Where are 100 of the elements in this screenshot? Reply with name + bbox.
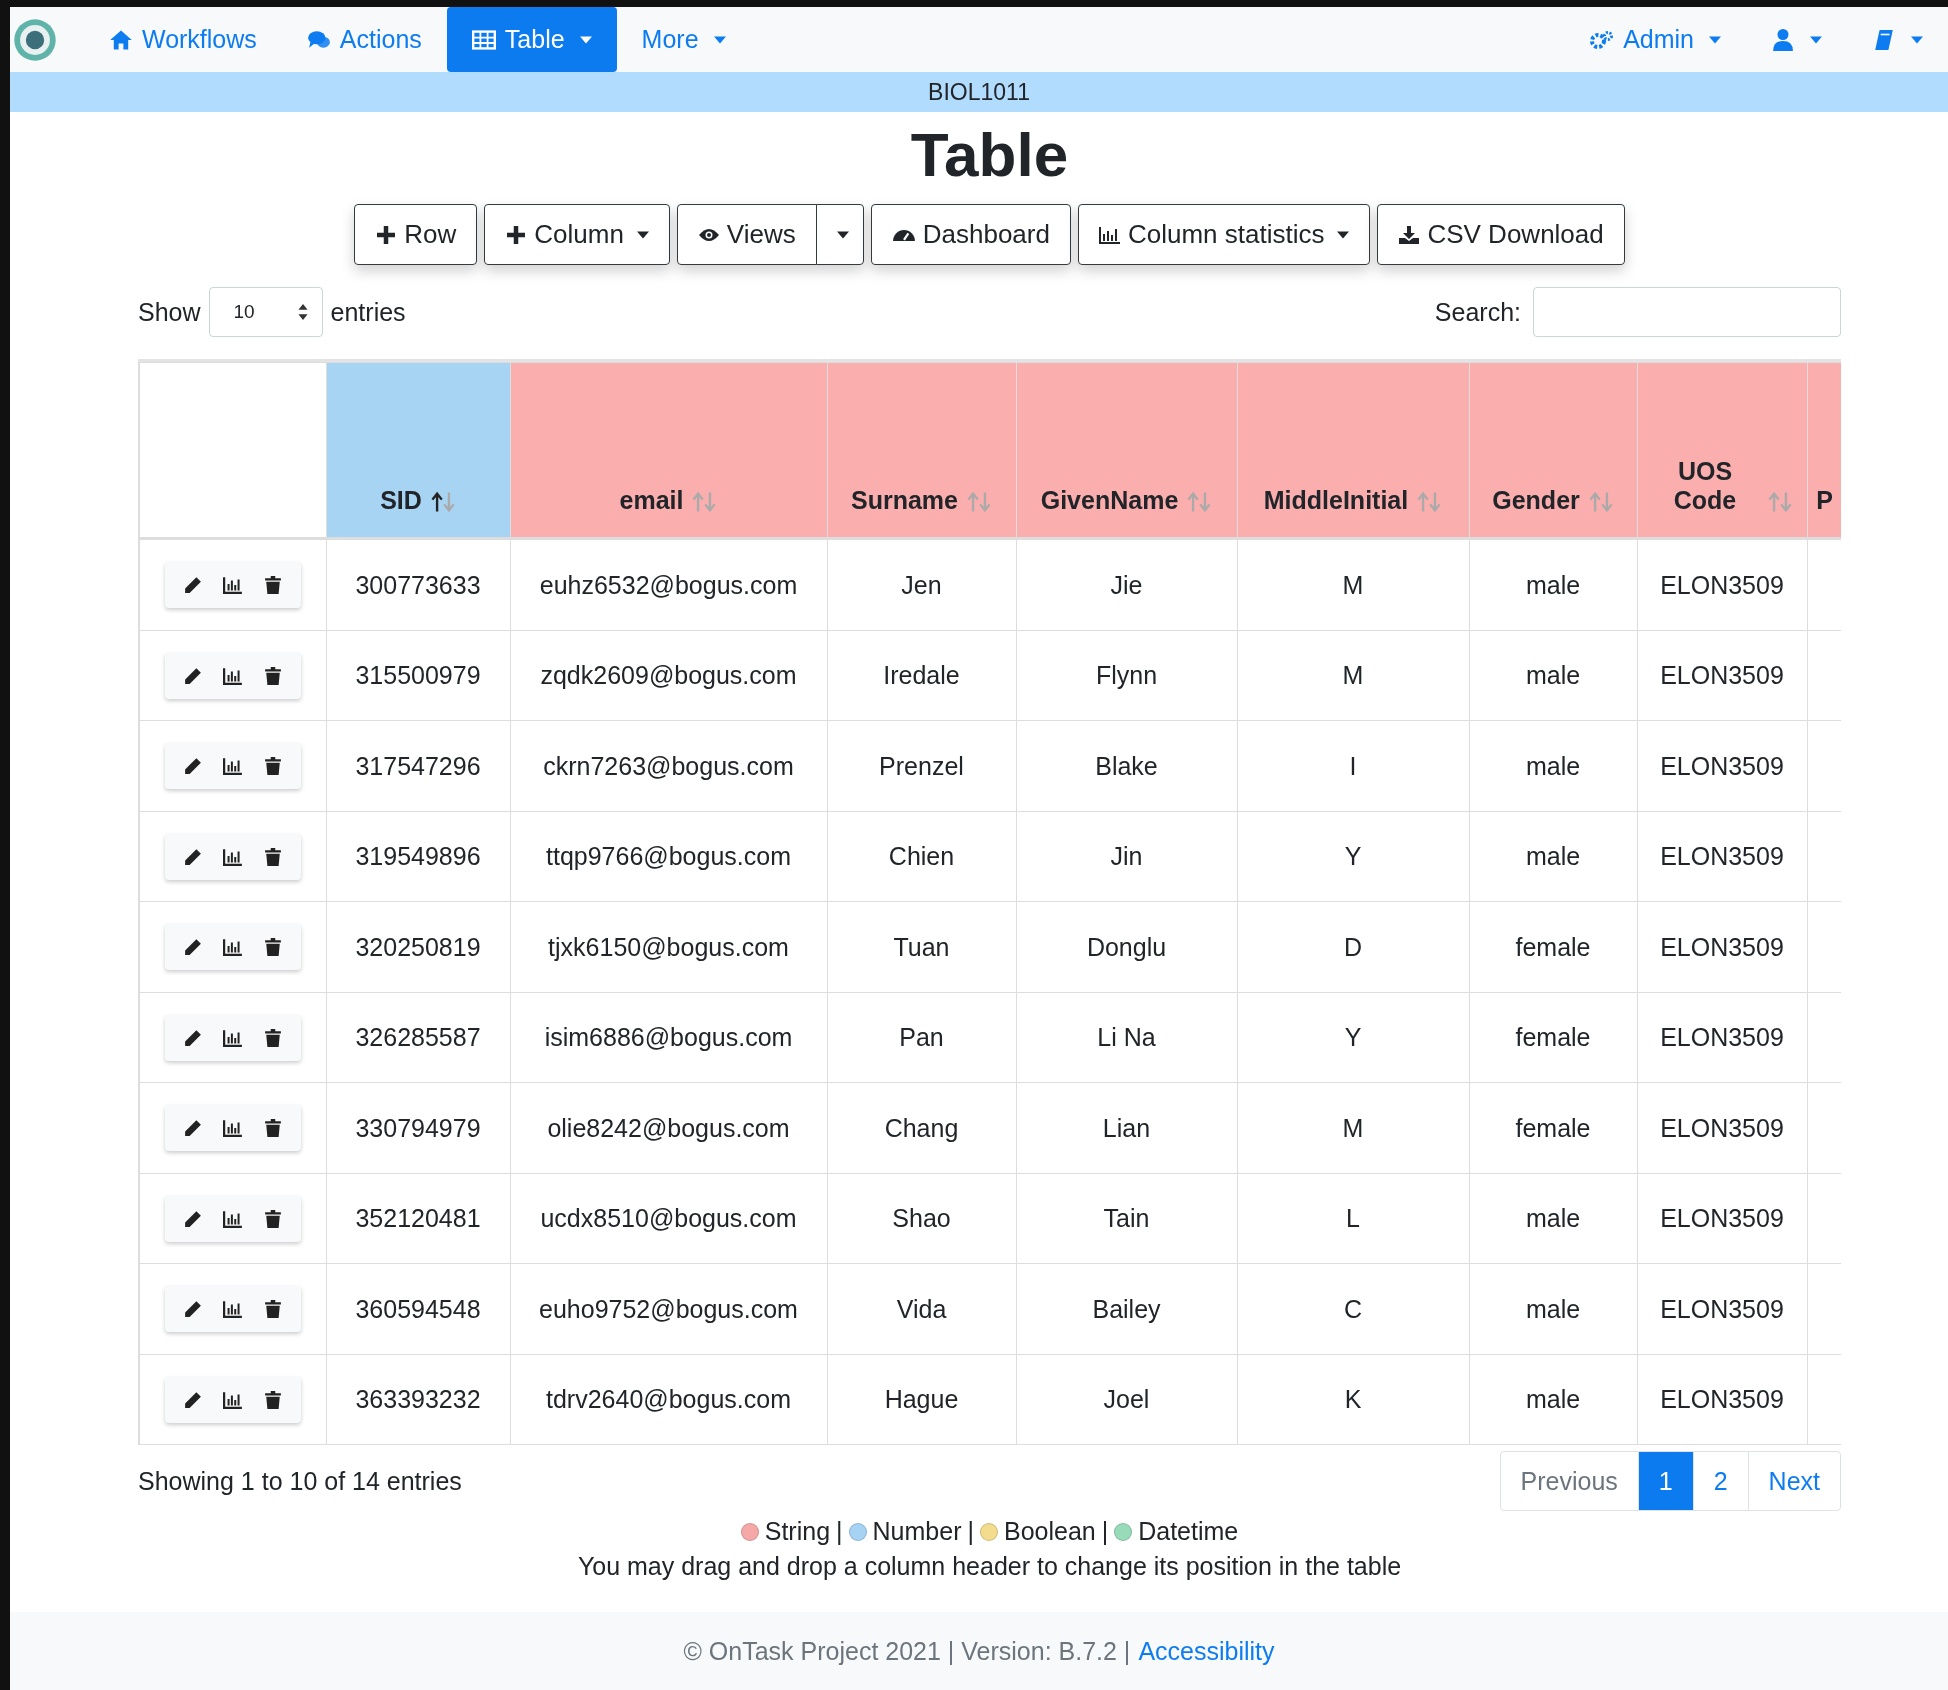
bar-chart-icon[interactable] xyxy=(222,666,243,685)
trash-icon[interactable] xyxy=(262,1209,283,1228)
table-icon xyxy=(471,28,496,51)
pencil-icon[interactable] xyxy=(182,938,203,957)
trash-icon[interactable] xyxy=(262,847,283,866)
table-cell: Tuan xyxy=(893,932,950,961)
pencil-icon[interactable] xyxy=(182,847,203,866)
bar-chart-icon[interactable] xyxy=(222,1028,243,1047)
accessibility-link[interactable]: Accessibility xyxy=(1138,1636,1275,1666)
trash-icon[interactable] xyxy=(262,1300,283,1319)
nav-item[interactable]: Actions xyxy=(281,7,447,72)
table-cell: Hague xyxy=(884,1385,959,1414)
pencil-icon[interactable] xyxy=(182,1119,203,1138)
gauge-icon xyxy=(891,228,916,241)
toolbar-button[interactable]: Row xyxy=(354,204,478,266)
column-header[interactable]: P xyxy=(1807,362,1841,539)
table-cell: ELON3509 xyxy=(1660,1023,1784,1052)
table-cell: Chien xyxy=(888,842,955,871)
home-icon xyxy=(109,28,133,51)
table-cell: C xyxy=(1343,1294,1363,1323)
trash-icon[interactable] xyxy=(262,666,283,685)
dropdown-toggle[interactable] xyxy=(815,204,864,266)
plus-icon xyxy=(375,225,398,244)
table-cell: 317547296 xyxy=(355,751,481,780)
table-cell: 363393232 xyxy=(355,1385,481,1414)
column-header[interactable]: MiddleInitial xyxy=(1237,362,1469,539)
trash-icon[interactable] xyxy=(262,757,283,776)
table-cell: olie8242@bogus.com xyxy=(547,1113,790,1142)
page-link[interactable]: 1 xyxy=(1637,1452,1693,1511)
pencil-icon[interactable] xyxy=(182,757,203,776)
nav-item[interactable]: Table xyxy=(446,7,617,72)
toolbar-button[interactable]: Column xyxy=(484,204,670,266)
toolbar-button[interactable]: Column statistics xyxy=(1077,204,1371,266)
entries-select[interactable]: 10 xyxy=(208,287,323,338)
separator: | xyxy=(1101,1517,1109,1547)
table-cell: 319549896 xyxy=(355,842,481,871)
table-cell: female xyxy=(1515,1023,1591,1052)
table-cell: 315500979 xyxy=(355,661,481,690)
column-header[interactable]: Surname xyxy=(827,362,1016,539)
column-header[interactable]: Gender xyxy=(1469,362,1637,539)
caret-icon xyxy=(636,230,649,239)
table-cell: male xyxy=(1525,570,1581,599)
table-cell: ELON3509 xyxy=(1660,932,1784,961)
search-field[interactable] xyxy=(1533,287,1841,338)
table-cell: Y xyxy=(1344,1023,1362,1052)
bar-chart-icon[interactable] xyxy=(222,1209,243,1228)
trash-icon[interactable] xyxy=(262,1119,283,1138)
page-link[interactable]: 2 xyxy=(1692,1452,1748,1511)
pencil-icon[interactable] xyxy=(182,1209,203,1228)
table-cell: ttqp9766@bogus.com xyxy=(546,842,791,871)
legend-label: String xyxy=(764,1517,831,1547)
trash-icon[interactable] xyxy=(262,938,283,957)
footer-text: © OnTask Project 2021 | Version: B.7.2 | xyxy=(683,1636,1131,1666)
trash-icon[interactable] xyxy=(262,1028,283,1047)
trash-icon[interactable] xyxy=(262,576,283,595)
table-cell: ucdx8510@bogus.com xyxy=(540,1204,797,1233)
bar-chart-icon[interactable] xyxy=(222,847,243,866)
bar-chart-icon[interactable] xyxy=(222,938,243,957)
table-cell: ELON3509 xyxy=(1660,570,1784,599)
table-cell: Bailey xyxy=(1092,1294,1161,1323)
table-cell: ELON3509 xyxy=(1660,1113,1784,1142)
table-cell: Donglu xyxy=(1086,932,1167,961)
nav-item[interactable]: Workflows xyxy=(84,7,282,72)
toolbar-button[interactable]: Dashboard xyxy=(870,204,1071,266)
bar-chart-icon[interactable] xyxy=(222,757,243,776)
bar-chart-icon[interactable] xyxy=(222,1390,243,1409)
pencil-icon[interactable] xyxy=(182,576,203,595)
table-cell: Prenzel xyxy=(879,751,964,780)
column-header[interactable]: SID xyxy=(326,362,510,539)
toolbar-button[interactable]: Views xyxy=(676,204,817,266)
column-header[interactable]: UOS Code xyxy=(1637,362,1807,539)
bar-chart-icon[interactable] xyxy=(222,576,243,595)
table-cell: ckrn7263@bogus.com xyxy=(543,751,794,780)
table-cell: 320250819 xyxy=(355,932,481,961)
column-header[interactable]: GivenName xyxy=(1016,362,1237,539)
toolbar-button[interactable]: CSV Download xyxy=(1377,204,1625,266)
table-cell: D xyxy=(1343,932,1363,961)
bar-chart-icon[interactable] xyxy=(222,1300,243,1319)
table-cell: tjxk6150@bogus.com xyxy=(548,932,789,961)
logo-icon[interactable] xyxy=(12,16,58,63)
admin-menu[interactable]: Admin xyxy=(1565,7,1746,72)
table-cell: male xyxy=(1525,1385,1581,1414)
pencil-icon[interactable] xyxy=(182,1390,203,1409)
trash-icon[interactable] xyxy=(262,1390,283,1409)
table-cell: Shao xyxy=(892,1204,951,1233)
nav-item[interactable]: More xyxy=(616,7,751,72)
sort-icon[interactable] xyxy=(429,491,456,514)
column-header[interactable]: email xyxy=(510,362,827,539)
table-cell: Y xyxy=(1344,842,1362,871)
bar-chart-icon[interactable] xyxy=(222,1119,243,1138)
entries-info: Showing 1 to 10 of 14 entries xyxy=(138,1466,462,1496)
pencil-icon[interactable] xyxy=(182,1300,203,1319)
table-cell: zqdk2609@bogus.com xyxy=(540,661,797,690)
caret-icon xyxy=(1709,35,1721,44)
table-cell: male xyxy=(1525,661,1581,690)
page-link[interactable]: Next xyxy=(1747,1452,1840,1511)
pencil-icon[interactable] xyxy=(182,1028,203,1047)
table-cell: ELON3509 xyxy=(1660,1204,1784,1233)
pencil-icon[interactable] xyxy=(182,666,203,685)
table-cell: ELON3509 xyxy=(1660,661,1784,690)
